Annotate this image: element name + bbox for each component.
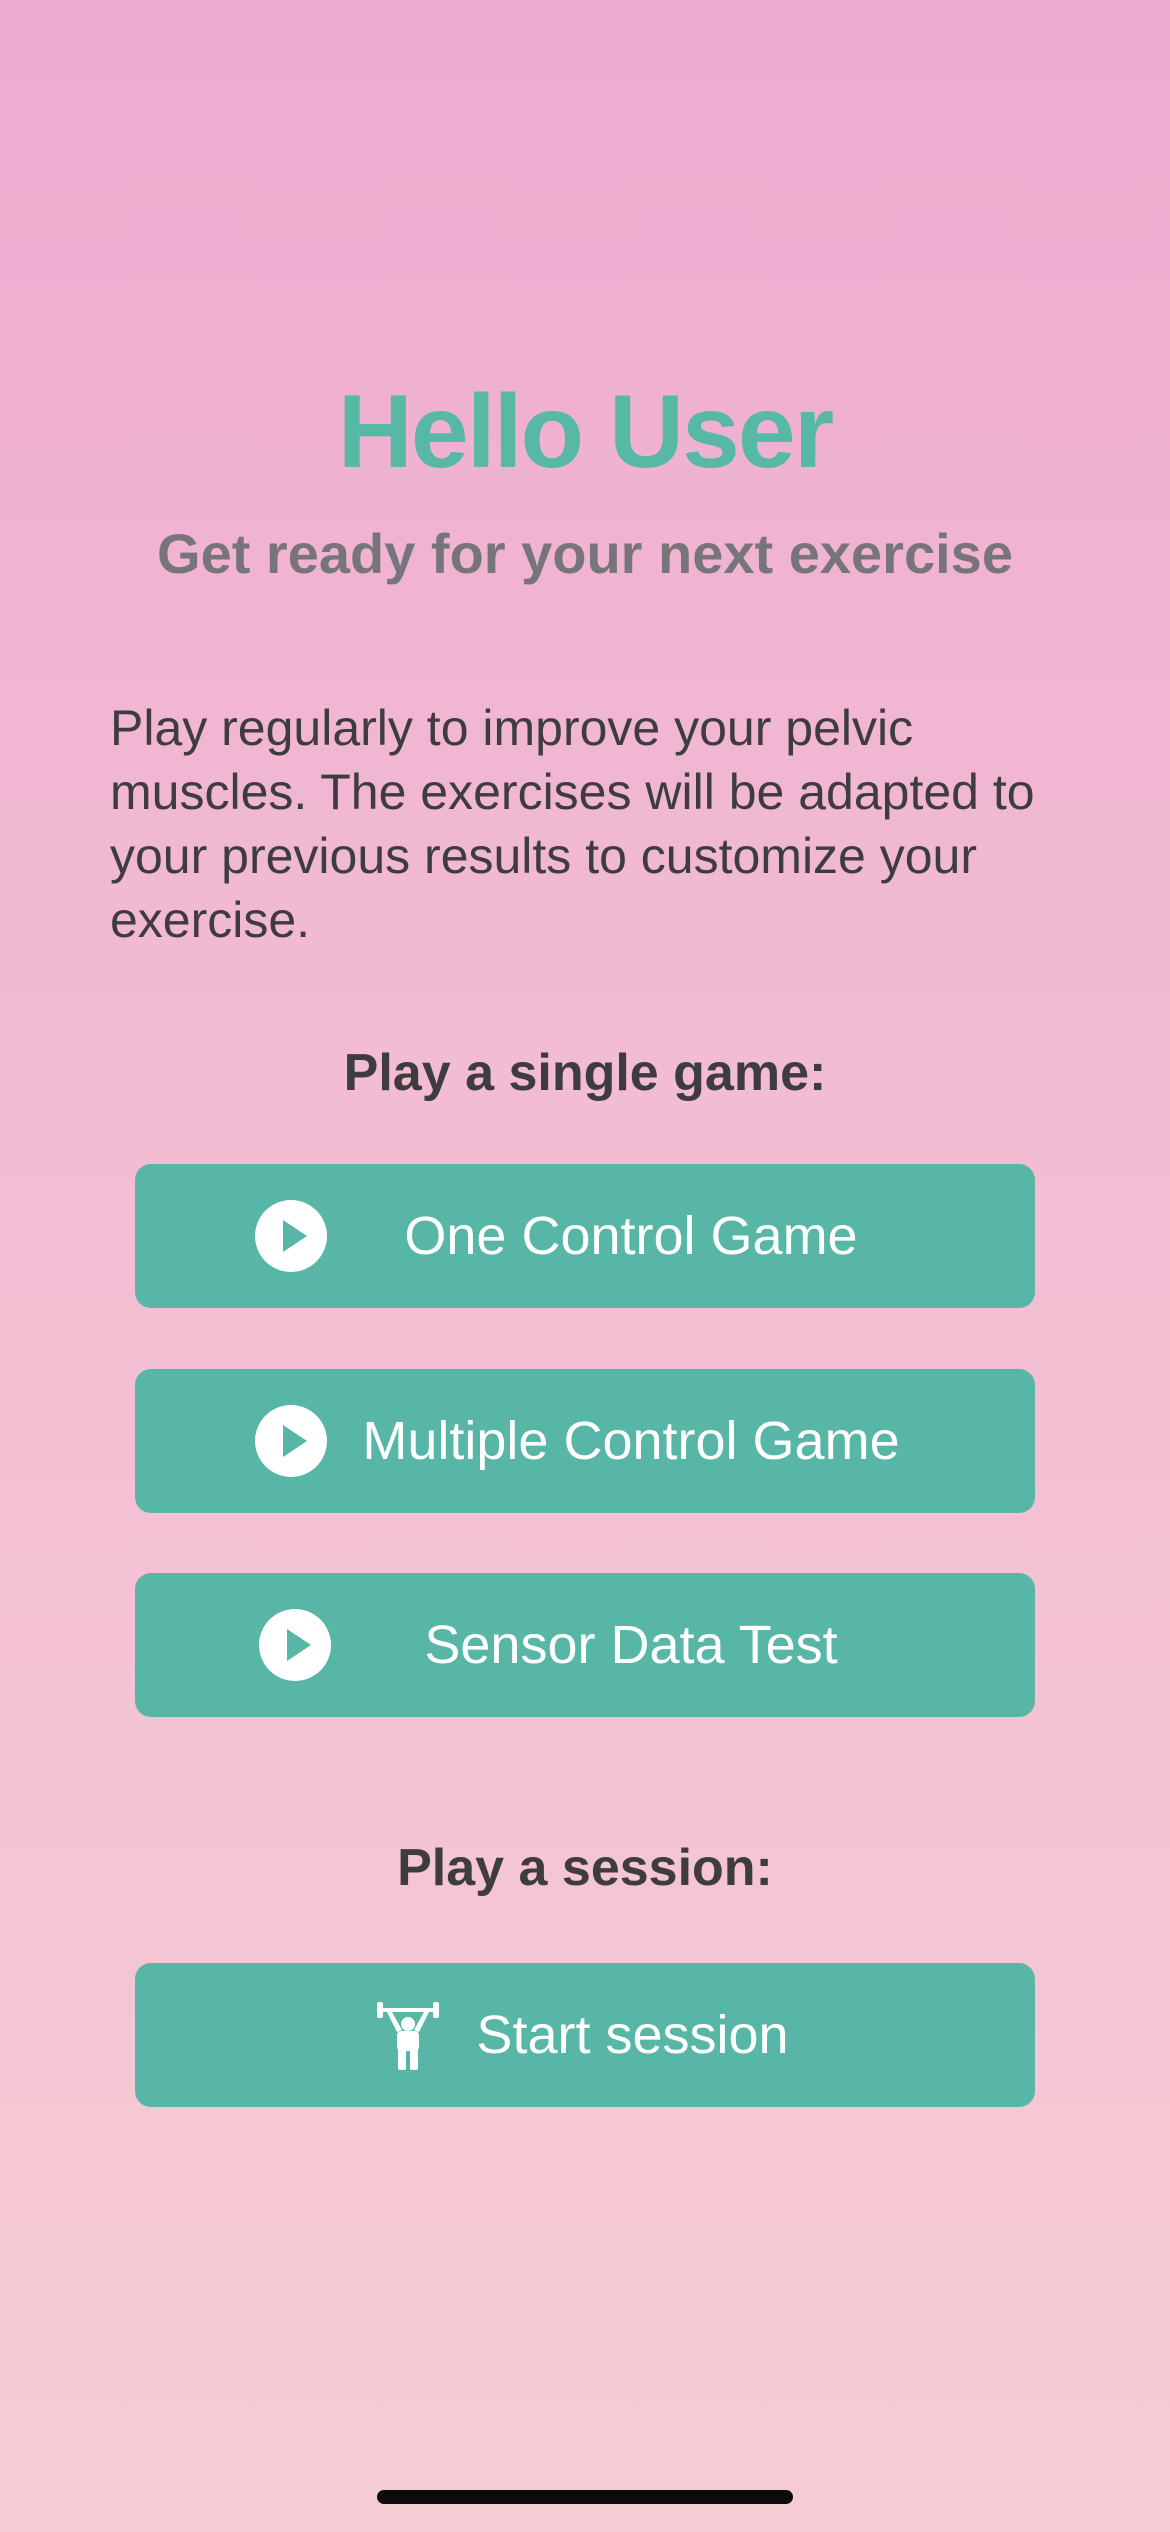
sensor-data-test-label: Sensor Data Test xyxy=(424,1615,838,1675)
play-circle-icon xyxy=(255,1405,327,1477)
page-title: Hello User xyxy=(337,374,834,490)
multiple-control-game-label: Multiple Control Game xyxy=(362,1411,900,1471)
session-heading: Play a session: xyxy=(397,1839,773,1897)
play-circle-icon xyxy=(259,1609,331,1681)
home-indicator[interactable] xyxy=(377,2490,793,2504)
sensor-data-test-button[interactable]: Sensor Data Test xyxy=(135,1573,1035,1717)
start-session-button[interactable]: Start session xyxy=(135,1963,1035,2107)
one-control-game-button[interactable]: One Control Game xyxy=(135,1164,1035,1308)
single-game-heading: Play a single game: xyxy=(343,1044,827,1102)
multiple-control-game-button[interactable]: Multiple Control Game xyxy=(135,1369,1035,1513)
weightlifter-icon xyxy=(375,2000,441,2070)
one-control-game-label: One Control Game xyxy=(404,1206,858,1266)
start-session-label: Start session xyxy=(476,2005,789,2065)
home-screen: Hello User Get ready for your next exerc… xyxy=(0,0,1170,2532)
intro-text: Play regularly to improve your pelvic mu… xyxy=(110,700,1035,948)
page-subtitle: Get ready for your next exercise xyxy=(157,522,1013,585)
play-circle-icon xyxy=(255,1200,327,1272)
